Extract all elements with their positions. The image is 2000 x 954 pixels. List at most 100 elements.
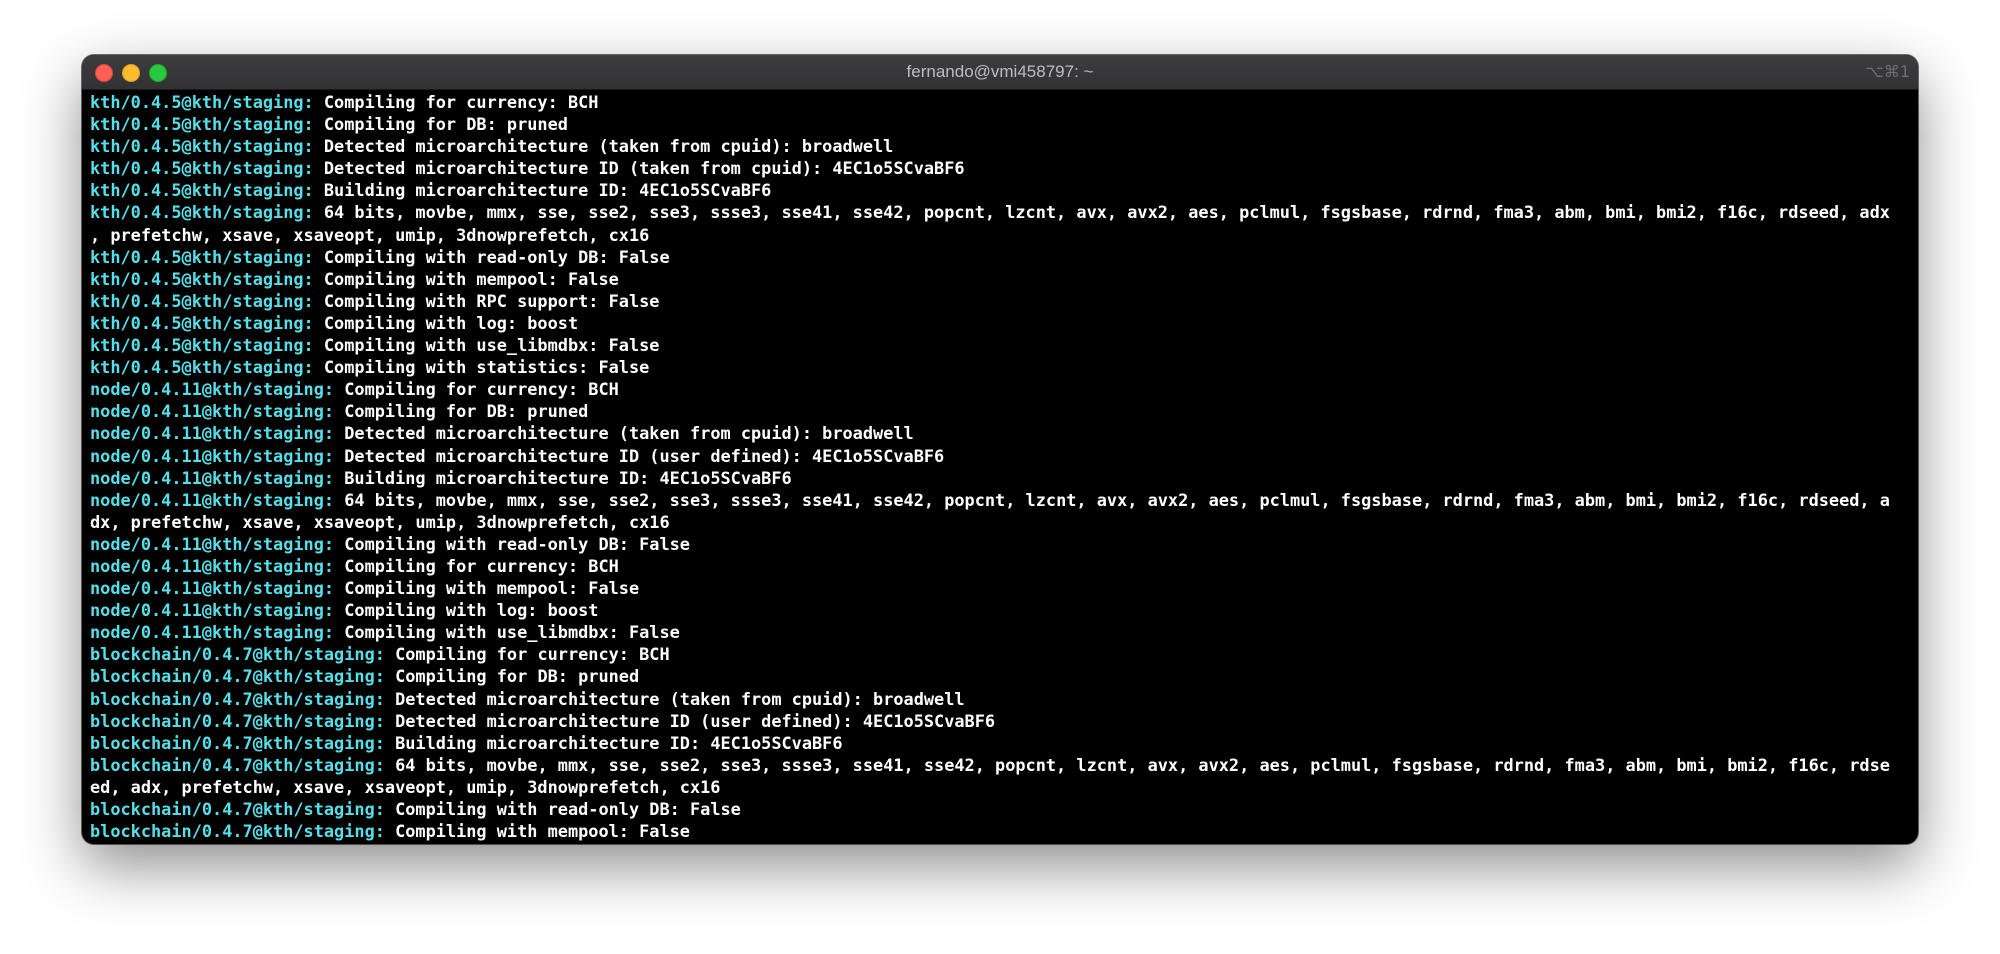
terminal-line: dx, prefetchw, xsave, xsaveopt, umip, 3d… [90, 511, 1918, 533]
log-text: Compiling for currency: BCH [384, 644, 670, 665]
terminal-line: kth/0.4.5@kth/staging: Compiling for cur… [90, 91, 1918, 113]
terminal-line: node/0.4.11@kth/staging: Compiling with … [90, 577, 1918, 599]
log-text: Detected microarchitecture (taken from c… [334, 423, 914, 444]
log-text: Detected microarchitecture ID (user defi… [384, 710, 996, 731]
log-text: Compiling for currency: BCH [313, 92, 599, 112]
log-text: Detected microarchitecture ID (taken fro… [313, 158, 965, 179]
package-prefix: kth/0.4.5@kth/staging: [90, 312, 314, 333]
log-text: 64 bits, movbe, mmx, sse, sse2, sse3, ss… [384, 754, 1890, 775]
log-text: Detected microarchitecture (taken from c… [313, 136, 894, 157]
log-text: Compiling with read-only DB: False [334, 533, 690, 554]
terminal-line: blockchain/0.4.7@kth/staging: Compiling … [90, 798, 1918, 820]
log-text: ed, adx, prefetchw, xsave, xsaveopt, umi… [90, 776, 721, 797]
package-prefix: kth/0.4.5@kth/staging: [90, 180, 314, 201]
terminal-line: kth/0.4.5@kth/staging: Compiling with us… [90, 334, 1918, 356]
terminal-line: node/0.4.11@kth/staging: Compiling for c… [90, 378, 1918, 400]
package-prefix: blockchain/0.4.7@kth/staging: [90, 799, 385, 819]
log-text: , prefetchw, xsave, xsaveopt, umip, 3dno… [90, 224, 650, 245]
log-text: Building microarchitecture ID: 4EC1o5SCv… [384, 732, 843, 753]
package-prefix: kth/0.4.5@kth/staging: [90, 136, 314, 157]
terminal-line: kth/0.4.5@kth/staging: Compiling with me… [90, 268, 1918, 290]
package-prefix: blockchain/0.4.7@kth/staging: [90, 666, 385, 687]
window-title: fernando@vmi458797: ~ [906, 62, 1094, 81]
terminal-line: blockchain/0.4.7@kth/staging: Detected m… [90, 710, 1918, 732]
terminal-window: fernando@vmi458797: ~ ⌥⌘1 kth/0.4.5@kth/… [82, 55, 1918, 844]
package-prefix: node/0.4.11@kth/staging: [90, 555, 335, 576]
window-shortcut-label: ⌥⌘1 [1865, 62, 1910, 81]
package-prefix: node/0.4.11@kth/staging: [90, 578, 335, 599]
package-prefix: kth/0.4.5@kth/staging: [90, 268, 314, 289]
terminal-line: node/0.4.11@kth/staging: Detected microa… [90, 445, 1918, 467]
terminal-line: blockchain/0.4.7@kth/staging: 64 bits, m… [90, 754, 1918, 776]
package-prefix: node/0.4.11@kth/staging: [90, 489, 335, 510]
terminal-line: , prefetchw, xsave, xsaveopt, umip, 3dno… [90, 224, 1918, 246]
log-text: Compiling for DB: pruned [313, 114, 568, 135]
terminal-line: kth/0.4.5@kth/staging: Building microarc… [90, 179, 1918, 201]
package-prefix: node/0.4.11@kth/staging: [90, 401, 335, 422]
package-prefix: kth/0.4.5@kth/staging: [90, 114, 314, 135]
terminal-line: kth/0.4.5@kth/staging: 64 bits, movbe, m… [90, 201, 1918, 223]
log-text: Compiling with RPC support: False [313, 290, 660, 311]
terminal-line: kth/0.4.5@kth/staging: Compiling with st… [90, 356, 1918, 378]
package-prefix: node/0.4.11@kth/staging: [90, 533, 335, 554]
package-prefix: node/0.4.11@kth/staging: [90, 379, 335, 400]
terminal-line: kth/0.4.5@kth/staging: Detected microarc… [90, 157, 1918, 179]
log-text: Compiling with statistics: False [313, 357, 650, 378]
package-prefix: blockchain/0.4.7@kth/staging: [90, 644, 385, 665]
terminal-output[interactable]: kth/0.4.5@kth/staging: Compiling for cur… [90, 91, 1918, 842]
package-prefix: node/0.4.11@kth/staging: [90, 467, 335, 488]
package-prefix: node/0.4.11@kth/staging: [90, 445, 335, 466]
package-prefix: kth/0.4.5@kth/staging: [90, 92, 314, 112]
package-prefix: blockchain/0.4.7@kth/staging: [90, 754, 385, 775]
log-text: dx, prefetchw, xsave, xsaveopt, umip, 3d… [90, 511, 670, 532]
package-prefix: blockchain/0.4.7@kth/staging: [90, 710, 385, 731]
package-prefix: kth/0.4.5@kth/staging: [90, 290, 314, 311]
log-text: Compiling with mempool: False [313, 268, 619, 289]
log-text: Compiling with log: boost [334, 600, 599, 621]
terminal-line: node/0.4.11@kth/staging: Compiling with … [90, 533, 1918, 555]
package-prefix: kth/0.4.5@kth/staging: [90, 246, 314, 267]
log-text: Compiling with read-only DB: False [384, 799, 741, 819]
log-text: Compiling with use_libmdbx: False [313, 335, 660, 356]
package-prefix: blockchain/0.4.7@kth/staging: [90, 821, 385, 842]
package-prefix: kth/0.4.5@kth/staging: [90, 357, 314, 378]
package-prefix: node/0.4.11@kth/staging: [90, 423, 335, 444]
terminal-line: blockchain/0.4.7@kth/staging: Compiling … [90, 643, 1918, 665]
terminal-line: blockchain/0.4.7@kth/staging: Detected m… [90, 688, 1918, 710]
terminal-line: blockchain/0.4.7@kth/staging: Building m… [90, 732, 1918, 754]
terminal-line: blockchain/0.4.7@kth/staging: Compiling … [90, 820, 1918, 842]
log-text: Detected microarchitecture (taken from c… [384, 688, 965, 709]
package-prefix: blockchain/0.4.7@kth/staging: [90, 688, 385, 709]
log-text: Detected microarchitecture ID (user defi… [334, 445, 945, 466]
log-text: Compiling for DB: pruned [334, 401, 589, 422]
log-text: Compiling with mempool: False [334, 578, 640, 599]
log-text: Compiling with use_libmdbx: False [334, 622, 680, 643]
package-prefix: kth/0.4.5@kth/staging: [90, 335, 314, 356]
terminal-line: node/0.4.11@kth/staging: Compiling for c… [90, 555, 1918, 577]
terminal-line: node/0.4.11@kth/staging: Compiling with … [90, 599, 1918, 621]
terminal-line: kth/0.4.5@kth/staging: Compiling with re… [90, 246, 1918, 268]
terminal-line: node/0.4.11@kth/staging: 64 bits, movbe,… [90, 489, 1918, 511]
package-prefix: node/0.4.11@kth/staging: [90, 600, 335, 621]
package-prefix: kth/0.4.5@kth/staging: [90, 202, 314, 223]
terminal-line: node/0.4.11@kth/staging: Detected microa… [90, 422, 1918, 444]
log-text: Compiling with log: boost [313, 312, 579, 333]
log-text: Compiling for currency: BCH [334, 379, 619, 400]
terminal-line: ed, adx, prefetchw, xsave, xsaveopt, umi… [90, 776, 1918, 798]
log-text: 64 bits, movbe, mmx, sse, sse2, sse3, ss… [313, 202, 1890, 223]
terminal-line: node/0.4.11@kth/staging: Building microa… [90, 467, 1918, 489]
package-prefix: kth/0.4.5@kth/staging: [90, 158, 314, 179]
log-text: Building microarchitecture ID: 4EC1o5SCv… [313, 180, 772, 201]
terminal-line: kth/0.4.5@kth/staging: Compiling with RP… [90, 290, 1918, 312]
terminal-line: kth/0.4.5@kth/staging: Detected microarc… [90, 135, 1918, 157]
terminal-line: kth/0.4.5@kth/staging: Compiling with lo… [90, 312, 1918, 334]
log-text: Building microarchitecture ID: 4EC1o5SCv… [334, 467, 792, 488]
log-text: Compiling for currency: BCH [334, 555, 619, 576]
terminal-line: node/0.4.11@kth/staging: Compiling for D… [90, 400, 1918, 422]
package-prefix: node/0.4.11@kth/staging: [90, 622, 335, 643]
log-text: 64 bits, movbe, mmx, sse, sse2, sse3, ss… [334, 489, 1890, 510]
terminal-line: node/0.4.11@kth/staging: Compiling with … [90, 621, 1918, 643]
log-text: Compiling with read-only DB: False [313, 246, 670, 267]
title-bar[interactable]: fernando@vmi458797: ~ ⌥⌘1 [82, 55, 1918, 90]
package-prefix: blockchain/0.4.7@kth/staging: [90, 732, 385, 753]
